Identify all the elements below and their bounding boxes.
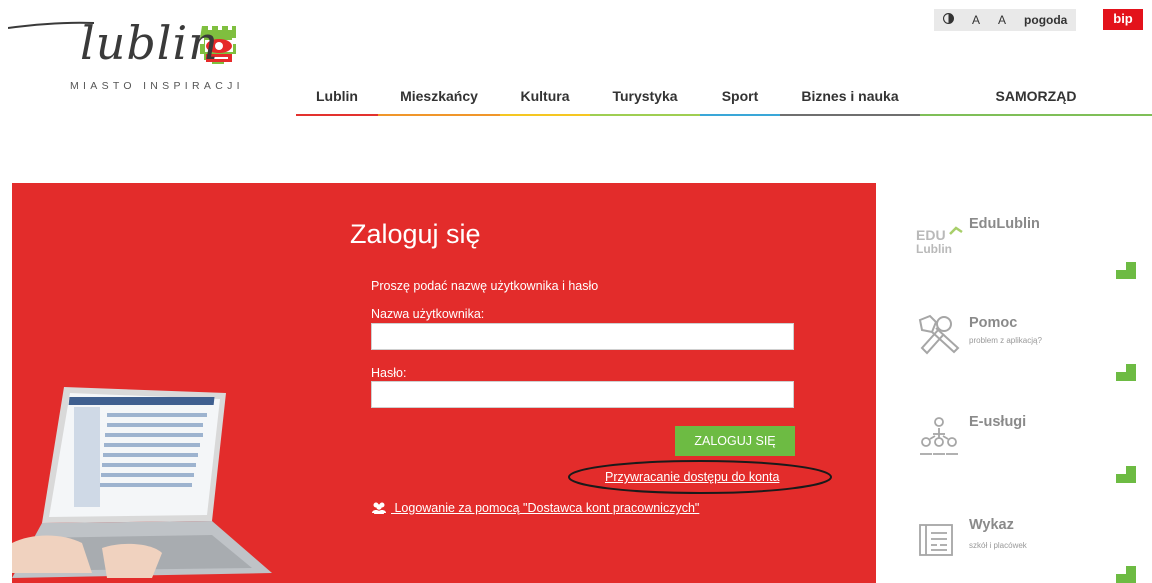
nav-underline	[920, 114, 1152, 116]
tile-subtitle: szkół i placówek	[969, 541, 1027, 550]
font-size-a-button[interactable]: A	[963, 9, 989, 31]
users-icon	[372, 502, 386, 514]
username-label: Nazwa użytkownika:	[371, 307, 485, 321]
nav-item-turystyka[interactable]: Turystyka	[590, 86, 700, 116]
username-field[interactable]	[371, 323, 794, 350]
nav-underline	[500, 114, 590, 116]
nav-underline	[780, 114, 920, 116]
laptop-illustration-icon	[12, 387, 272, 578]
utility-bar: A A pogoda	[934, 9, 1077, 31]
login-button[interactable]: ZALOGUJ SIĘ	[675, 426, 795, 456]
tile-e-uslugi[interactable]: E-usługi	[900, 400, 1140, 500]
edulublin-logo-icon: EDU Lublin	[916, 226, 963, 256]
lublin-logo[interactable]: lublin MIASTO INSPIRACJI	[8, 14, 268, 104]
nav-item-samorzad[interactable]: SAMORZĄD	[920, 86, 1152, 116]
logo-wordmark: lublin	[80, 16, 219, 70]
tile-corner-icon	[1116, 466, 1136, 483]
logo-tagline: MIASTO INSPIRACJI	[70, 80, 244, 92]
tile-subtitle: problem z aplikacją?	[969, 336, 1042, 345]
nav-item-kultura[interactable]: Kultura	[500, 86, 590, 116]
nav-item-sport[interactable]: Sport	[700, 86, 780, 116]
nav-underline	[700, 114, 780, 116]
login-title: Zaloguj się	[350, 219, 481, 249]
document-list-icon	[919, 524, 953, 556]
font-size-a-large-button[interactable]: A	[989, 9, 1015, 31]
nav-underline	[296, 114, 378, 116]
tile-corner-icon	[1116, 262, 1136, 279]
bip-link[interactable]: bip	[1103, 9, 1143, 30]
nav-item-lublin[interactable]: Lublin	[296, 86, 378, 116]
provider-login-link[interactable]: Logowanie za pomocą "Dostawca kont praco…	[371, 501, 699, 515]
contrast-icon[interactable]	[934, 9, 963, 31]
people-network-icon	[920, 417, 958, 455]
tile-title: E-usługi	[969, 414, 1027, 430]
tile-wykaz[interactable]: Wykaz szkół i placówek	[900, 505, 1140, 583]
main-nav: Lublin Mieszkańcy Kultura Turystyka Spor…	[296, 86, 1152, 116]
nav-underline	[378, 114, 500, 116]
tile-edulublin[interactable]: EDU Lublin EduLublin	[900, 200, 1140, 300]
tile-title: Wykaz	[969, 517, 1014, 533]
nav-underline	[590, 114, 700, 116]
tools-icon	[918, 314, 960, 355]
recover-access-link[interactable]: Przywracanie dostępu do konta	[605, 470, 779, 484]
weather-link[interactable]: pogoda	[1015, 9, 1076, 31]
login-panel: Zaloguj się Proszę podać nazwę użytkowni…	[12, 183, 876, 583]
tile-title: EduLublin	[969, 216, 1040, 232]
tile-title: Pomoc	[969, 315, 1018, 331]
tile-corner-icon	[1116, 566, 1136, 583]
nav-item-mieszkancy[interactable]: Mieszkańcy	[378, 86, 500, 116]
svg-text:Lublin: Lublin	[916, 242, 952, 256]
login-prompt: Proszę podać nazwę użytkownika i hasło	[371, 279, 599, 293]
nav-item-biznes-i-nauka[interactable]: Biznes i nauka	[780, 86, 920, 116]
tile-corner-icon	[1116, 364, 1136, 381]
svg-text:EDU: EDU	[916, 227, 946, 243]
password-label: Hasło:	[371, 366, 407, 380]
password-field[interactable]	[371, 381, 794, 408]
tile-pomoc[interactable]: Pomoc problem z aplikacją?	[900, 300, 1140, 400]
